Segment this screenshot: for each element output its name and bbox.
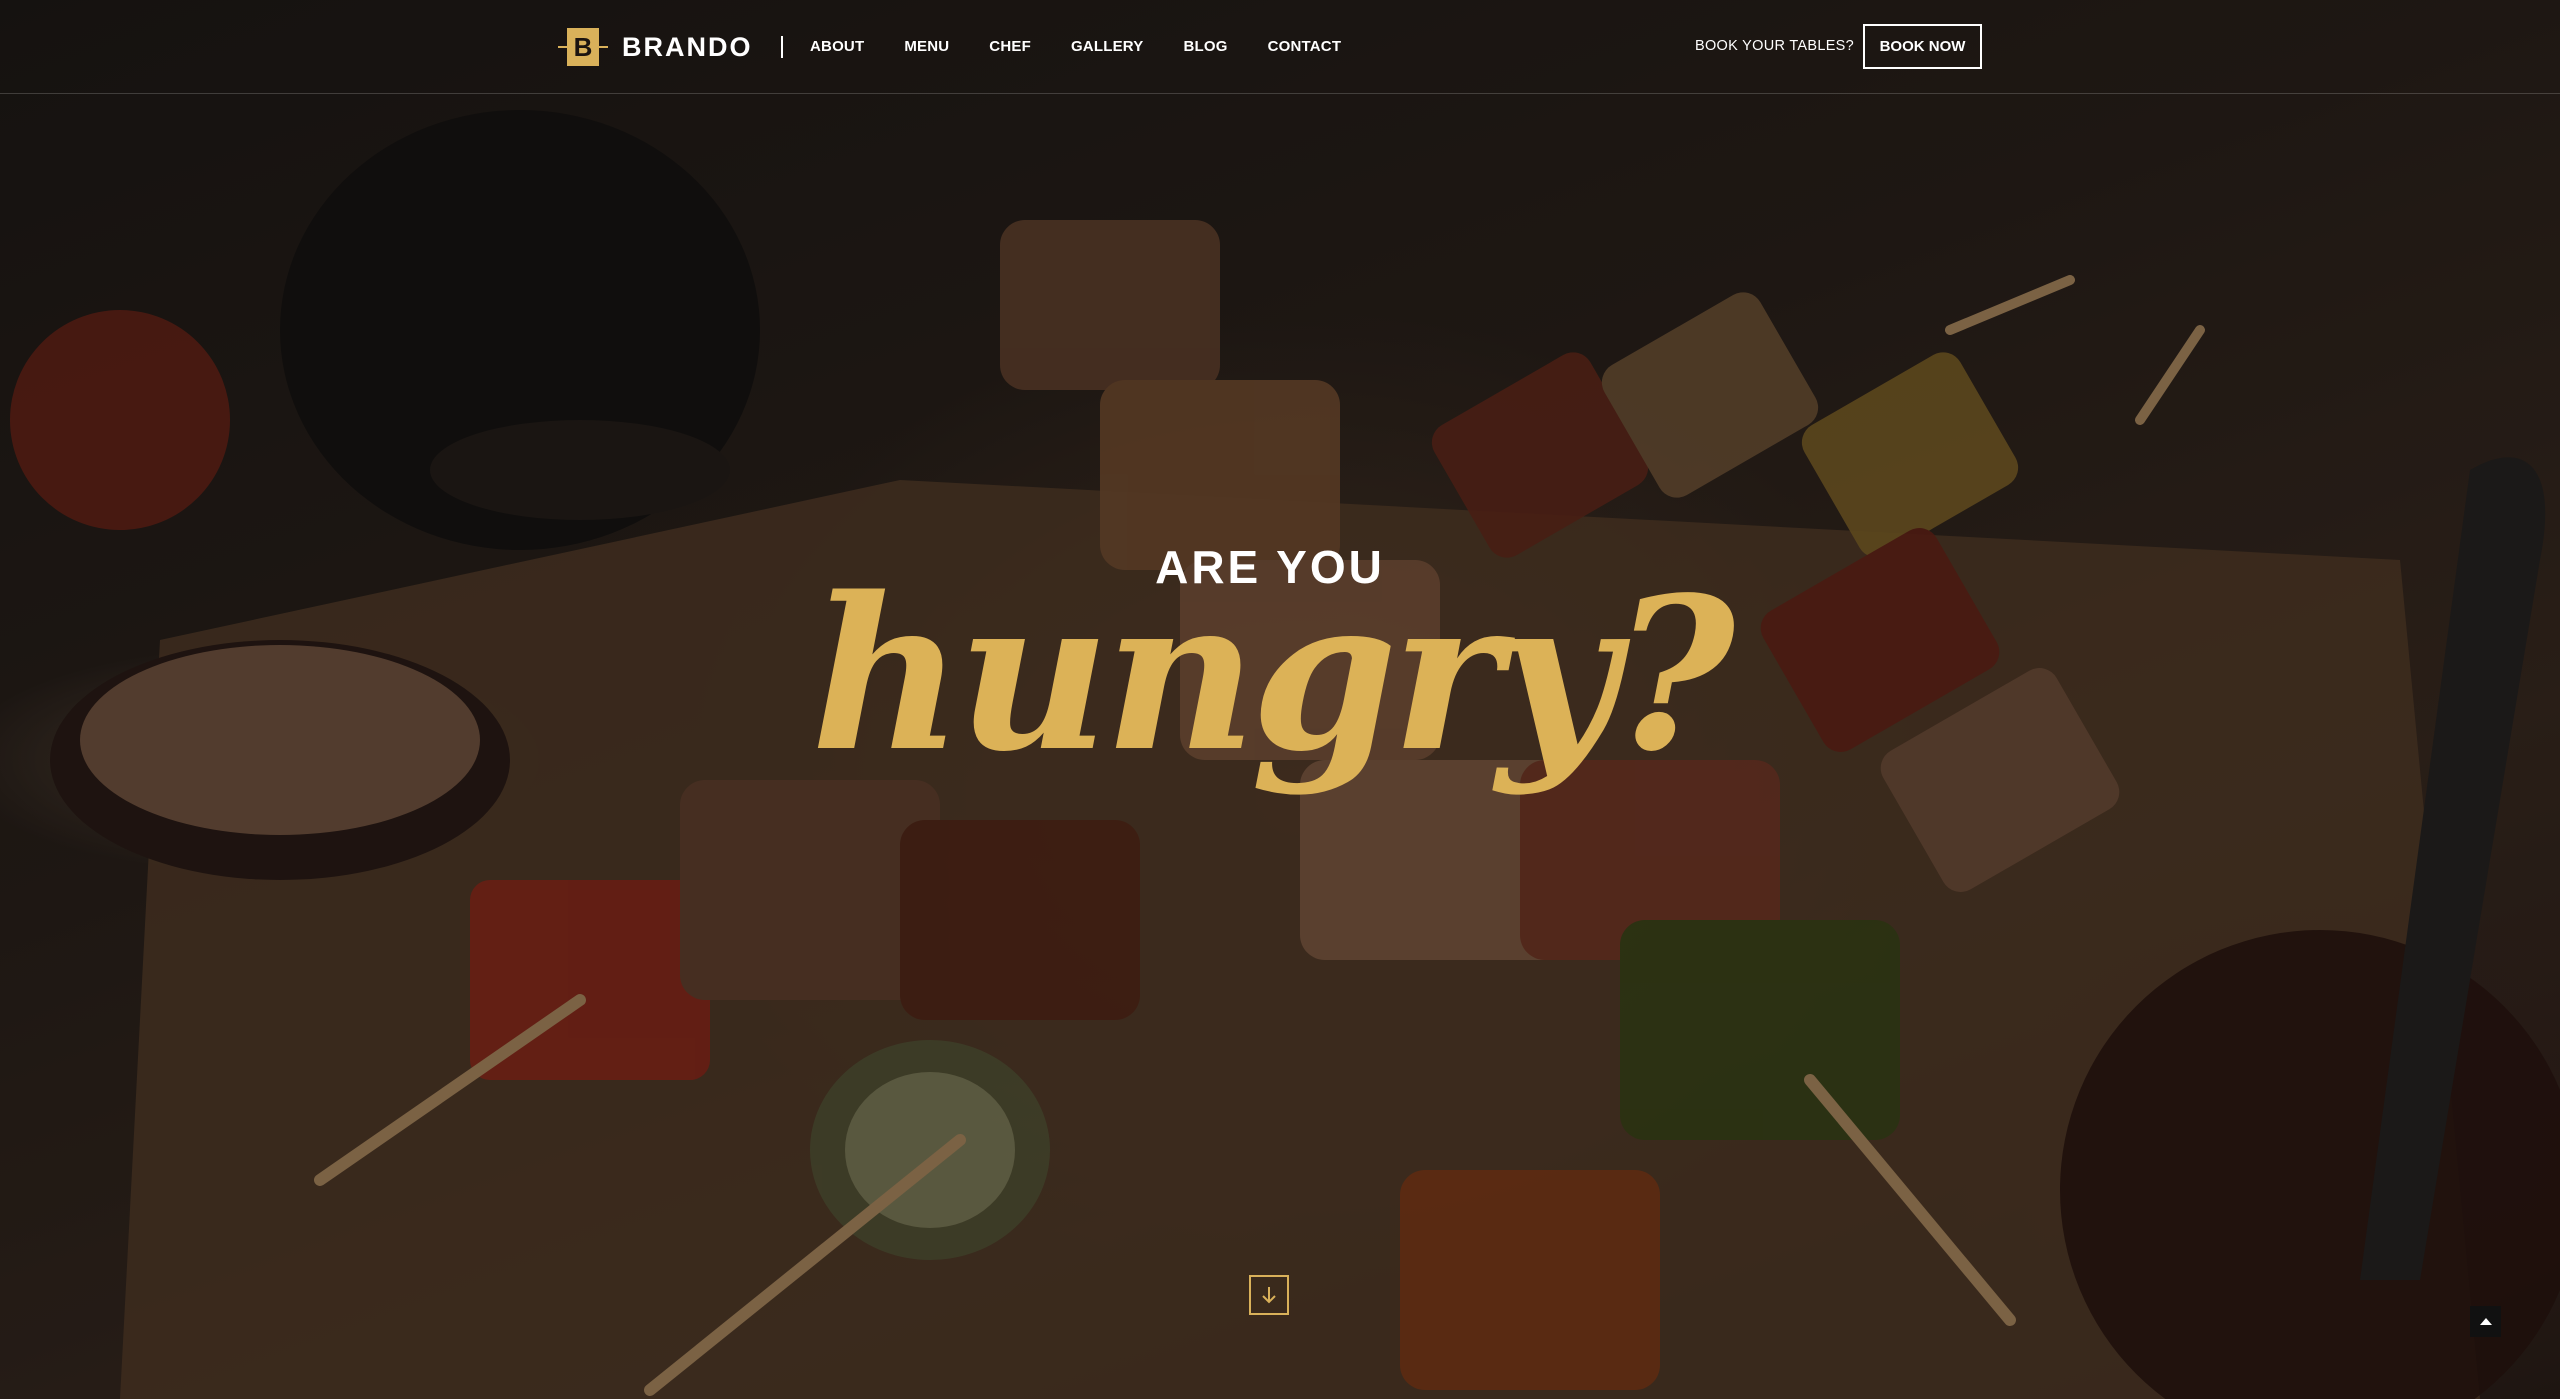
nav-link-menu[interactable]: MENU bbox=[904, 36, 949, 58]
scroll-down-button[interactable] bbox=[1249, 1275, 1289, 1315]
hero-headline: hungry? bbox=[810, 551, 1736, 798]
brand-logo[interactable]: B BRANDO bbox=[558, 26, 753, 68]
nav-link-contact[interactable]: CONTACT bbox=[1268, 36, 1342, 58]
logo-mark: B bbox=[558, 26, 608, 68]
book-now-button[interactable]: BOOK NOW bbox=[1863, 24, 1982, 69]
main-menu: ABOUT MENU CHEF GALLERY BLOG CONTACT bbox=[810, 36, 1381, 58]
logo-letter: B bbox=[567, 28, 599, 66]
nav-link-about[interactable]: ABOUT bbox=[810, 36, 864, 58]
nav-link-blog[interactable]: BLOG bbox=[1183, 36, 1227, 58]
top-navigation: B BRANDO ABOUT MENU CHEF GALLERY BLOG CO… bbox=[0, 0, 2560, 94]
nav-link-gallery[interactable]: GALLERY bbox=[1071, 36, 1144, 58]
arrow-down-icon bbox=[1262, 1287, 1276, 1304]
nav-link-chef[interactable]: CHEF bbox=[989, 36, 1031, 58]
chevron-up-icon bbox=[2479, 1317, 2492, 1325]
nav-divider bbox=[781, 36, 783, 58]
book-tables-prompt: BOOK YOUR TABLES? bbox=[1695, 38, 1855, 54]
back-to-top-button[interactable] bbox=[2470, 1306, 2501, 1337]
brand-name: BRANDO bbox=[622, 31, 753, 62]
